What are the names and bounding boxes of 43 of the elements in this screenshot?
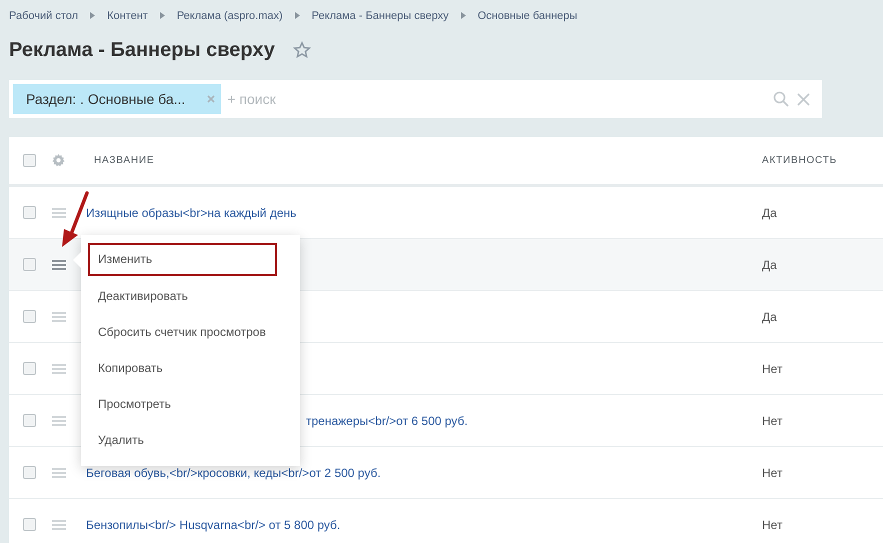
banner-name-link[interactable]: Беговая обувь,<br/>кросовки, кеды<br/>от 2 500 руб.	[86, 466, 381, 480]
banner-name-link[interactable]: Изящные образы<br>на каждый день	[86, 206, 296, 220]
breadcrumb-link[interactable]: Рабочий стол	[9, 10, 78, 22]
breadcrumb-link[interactable]: Контент	[107, 10, 148, 22]
table-cell-text: Да	[762, 258, 778, 272]
table-cell-text: Да	[762, 206, 778, 220]
search-icon[interactable]	[773, 91, 789, 107]
settings-icon[interactable]	[52, 154, 65, 167]
checkbox[interactable]	[23, 206, 36, 219]
filter-chip[interactable]: Раздел: . Основные ба...	[13, 84, 222, 114]
table-cell-text: Нет	[762, 518, 784, 532]
checkbox[interactable]	[23, 362, 36, 375]
close-icon[interactable]	[207, 95, 216, 103]
table-cell-text: Нет	[762, 466, 784, 480]
checkbox[interactable]	[23, 258, 36, 271]
page-title: Реклама - Баннеры сверху	[9, 38, 275, 62]
banner-name-link[interactable]: Бензопилы<br/> Husqvarna<br/> от 5 800 руб.	[86, 518, 340, 532]
breadcrumb-link[interactable]: Реклама - Баннеры сверху	[312, 10, 449, 22]
checkbox[interactable]	[23, 414, 36, 427]
star-icon[interactable]	[292, 41, 311, 59]
checkbox[interactable]	[23, 310, 36, 323]
chevron-icon	[90, 12, 96, 19]
table-cell-text: Нет	[762, 414, 784, 428]
column-header[interactable]: АКТИВНОСТЬ	[762, 155, 883, 166]
checkbox[interactable]	[23, 154, 36, 167]
banner-name-link[interactable]: тренажеры<br/>от 6 500 руб.	[306, 414, 468, 428]
menu-item[interactable]: Копировать	[88, 349, 277, 385]
close-icon[interactable]	[797, 92, 810, 106]
chevron-icon	[460, 12, 466, 19]
breadcrumb-link[interactable]: Реклама (aspro.max)	[176, 10, 283, 22]
table-cell-text: Да	[762, 310, 778, 324]
table-row[interactable]: Бензопилы<br/> Husqvarna<br/> от 5 800 руб. Нет	[9, 499, 883, 543]
search-field[interactable]: Раздел: . Основные ба... + поиск	[9, 80, 822, 118]
menu-item[interactable]: Изменить	[88, 243, 277, 276]
filter-chip-label: Раздел: . Основные ба...	[26, 91, 186, 107]
checkbox[interactable]	[23, 518, 36, 531]
chevron-icon	[294, 12, 300, 19]
chevron-icon	[160, 12, 165, 19]
checkbox[interactable]	[23, 466, 36, 479]
menu-icon[interactable]	[52, 260, 66, 270]
table-cell-text: Нет	[762, 362, 784, 376]
breadcrumb-link[interactable]: Основные баннеры	[478, 10, 578, 22]
column-header[interactable]: НАЗВАНИЕ	[94, 155, 762, 166]
